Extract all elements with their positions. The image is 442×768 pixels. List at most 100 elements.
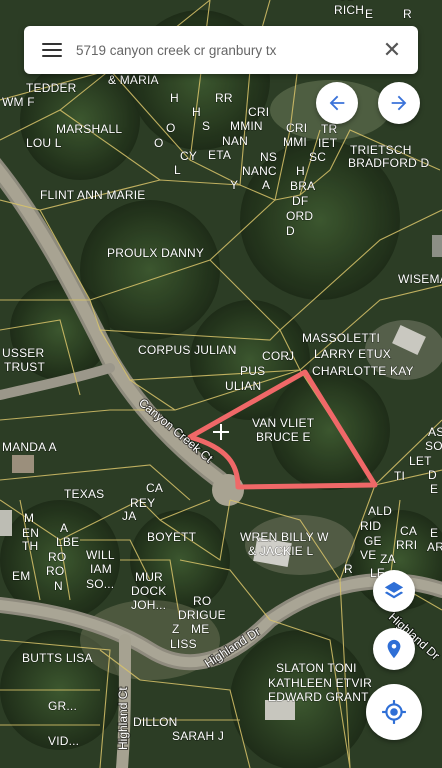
parcel-label: LARRY ETUX xyxy=(314,347,391,361)
parcel-label: H xyxy=(170,91,179,105)
parcel-label: CORPUS JULIAN xyxy=(138,343,237,357)
parcel-label: E xyxy=(365,7,373,21)
parcel-label: ALD xyxy=(368,504,392,518)
parcel-label: E xyxy=(430,526,438,540)
parcel-label: RICH xyxy=(334,3,364,17)
parcel-label: LBE xyxy=(56,535,79,549)
parcel-label: AR xyxy=(427,540,442,554)
parcel-label: REY xyxy=(130,496,155,510)
parcel-label: SLATON TONI xyxy=(276,661,357,675)
parcel-label: CHARLOTTE KAY xyxy=(312,364,414,378)
parcel-label: JOH... xyxy=(131,598,166,612)
parcel-label: ORD xyxy=(286,209,313,223)
parcel-label: NS xyxy=(260,150,277,164)
parcel-label: SC xyxy=(309,150,326,164)
pin-button[interactable] xyxy=(373,628,415,670)
my-location-button[interactable] xyxy=(366,684,422,740)
parcel-label: DILLON xyxy=(133,715,178,729)
parcel-label: ME xyxy=(191,622,209,636)
parcel-label: & JACKIE L xyxy=(248,544,313,558)
menu-icon[interactable] xyxy=(42,43,62,57)
parcel-label: BRADFORD D xyxy=(348,156,429,170)
parcel-label: TI xyxy=(394,469,405,483)
arrow-left-icon xyxy=(329,95,345,111)
parcel-label: DOCK xyxy=(131,584,166,598)
parcel-label: DF xyxy=(292,194,308,208)
parcel-label: A xyxy=(262,178,270,192)
parcel-label: M xyxy=(24,511,34,525)
parcel-label: ULIAN xyxy=(225,379,261,393)
parcel-label: H xyxy=(192,105,201,119)
street-label-highland-ct: Highland Ct xyxy=(116,687,130,750)
search-input[interactable]: 5719 canyon creek cr granbury tx xyxy=(76,43,372,58)
parcel-label: O xyxy=(154,136,164,150)
location-pin-icon xyxy=(387,639,401,659)
parcel-label: MMIN xyxy=(230,119,263,133)
parcel-label: BOYETT xyxy=(147,530,197,544)
parcel-label: RR xyxy=(215,91,233,105)
parcel-label: MUR xyxy=(135,570,163,584)
back-button[interactable] xyxy=(316,82,358,124)
close-icon[interactable]: ✕ xyxy=(372,30,412,70)
parcel-label: WM F xyxy=(2,95,35,109)
parcel-label: TRUST xyxy=(4,360,45,374)
parcel-label: RO xyxy=(48,550,66,564)
parcel-label: Z xyxy=(172,622,180,636)
parcel-label: GR... xyxy=(48,699,77,713)
parcel-label: WREN BILLY W xyxy=(240,530,329,544)
parcel-label: ETA xyxy=(208,148,231,162)
parcel-label: & MARIA xyxy=(108,73,159,87)
parcel-label: RRI xyxy=(396,538,417,552)
parcel-label: WILL xyxy=(86,548,115,562)
parcel-label: Y xyxy=(230,178,238,192)
search-bar[interactable]: 5719 canyon creek cr granbury tx ✕ xyxy=(24,26,418,74)
parcel-label: R xyxy=(344,562,353,576)
parcel-label: R xyxy=(403,7,412,21)
parcel-label: NAN xyxy=(222,134,248,148)
parcel-label: PUS xyxy=(240,364,265,378)
parcel-label: RO xyxy=(46,564,64,578)
parcel-label: J xyxy=(288,349,294,363)
parcel-label: KATHLEEN ETVIR xyxy=(268,676,372,690)
parcel-label: SARAH J xyxy=(172,729,224,743)
parcel-label: RO xyxy=(193,594,211,608)
parcel-label: SO xyxy=(425,439,442,453)
parcel-label: TRIETSCH xyxy=(350,143,412,157)
parcel-label: MASSOLETTI xyxy=(302,331,380,345)
parcel-label: CA xyxy=(400,524,417,538)
parcel-label: L xyxy=(174,163,181,177)
parcel-label: LISS xyxy=(170,637,197,651)
parcel-label: PROULX DANNY xyxy=(107,246,204,260)
parcel-label: CRI xyxy=(286,121,307,135)
parcel-label: LET xyxy=(409,454,432,468)
parcel-label: EN xyxy=(22,526,39,540)
parcel-label: MMI xyxy=(283,135,307,149)
parcel-label: ZA xyxy=(380,552,396,566)
forward-button[interactable] xyxy=(378,82,420,124)
parcel-label: SO... xyxy=(86,577,114,591)
parcel-label: FLINT ANN MARIE xyxy=(40,188,145,202)
parcel-label: USSER xyxy=(2,346,44,360)
parcel-label: BRA xyxy=(290,179,315,193)
parcel-label: NANC xyxy=(242,164,277,178)
parcel-label: AS xyxy=(428,425,442,439)
parcel-label: JA xyxy=(122,509,136,523)
layers-button[interactable] xyxy=(373,570,415,612)
parcel-label: CY xyxy=(180,149,197,163)
my-location-icon xyxy=(382,700,406,724)
parcel-label: O xyxy=(166,121,176,135)
parcel-label: H xyxy=(296,164,305,178)
parcel-label: TEXAS xyxy=(64,487,104,501)
parcel-label: EM xyxy=(12,569,30,583)
parcel-label: VID... xyxy=(48,734,79,748)
parcel-label: RID xyxy=(360,519,381,533)
parcel-label: D xyxy=(428,468,437,482)
parcel-label: IET xyxy=(318,136,338,150)
arrow-right-icon xyxy=(391,95,407,111)
parcel-label: MARSHALL xyxy=(56,122,122,136)
parcel-label: CRI xyxy=(248,105,269,119)
parcel-label: EDWARD GRANT xyxy=(268,690,369,704)
parcel-label: IAM xyxy=(90,562,112,576)
parcel-label: VAN VLIET xyxy=(252,416,315,430)
parcel-label: GE xyxy=(364,534,382,548)
